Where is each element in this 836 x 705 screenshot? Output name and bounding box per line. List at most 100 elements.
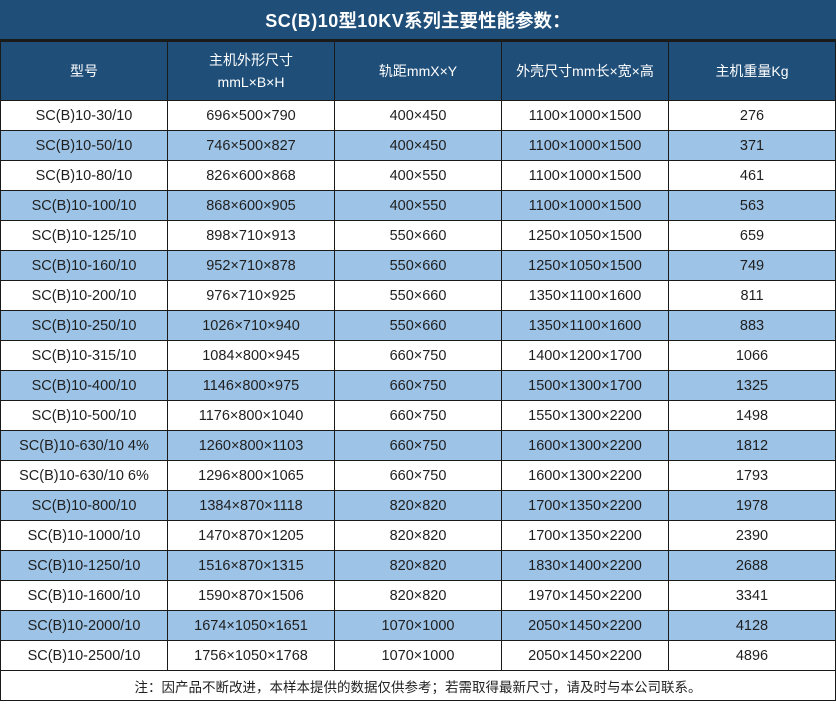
table-cell: 563 (669, 191, 836, 221)
table-cell: 1100×1000×1500 (502, 191, 669, 221)
table-cell: 550×660 (335, 281, 502, 311)
table-cell: 3341 (669, 581, 836, 611)
table-cell: SC(B)10-400/10 (1, 371, 168, 401)
table-cell: 883 (669, 311, 836, 341)
table-row: SC(B)10-500/101176×800×1040660×7501550×1… (1, 401, 836, 431)
table-cell: SC(B)10-125/10 (1, 221, 168, 251)
table-cell: 461 (669, 161, 836, 191)
table-cell: SC(B)10-200/10 (1, 281, 168, 311)
table-cell: 400×550 (335, 161, 502, 191)
table-row: SC(B)10-630/10 6%1296×800×1065660×750160… (1, 461, 836, 491)
column-header-2: 轨距mmX×Y (335, 42, 502, 101)
table-cell: 868×600×905 (168, 191, 335, 221)
table-cell: SC(B)10-50/10 (1, 131, 168, 161)
table-cell: 276 (669, 101, 836, 131)
table-cell: 1550×1300×2200 (502, 401, 669, 431)
table-cell: 749 (669, 251, 836, 281)
table-cell: 1700×1350×2200 (502, 491, 669, 521)
table-cell: 660×750 (335, 431, 502, 461)
table-cell: 660×750 (335, 341, 502, 371)
table-row: SC(B)10-1250/101516×870×1315820×8201830×… (1, 551, 836, 581)
table-cell: 820×820 (335, 551, 502, 581)
table-cell: 371 (669, 131, 836, 161)
table-cell: 1350×1100×1600 (502, 311, 669, 341)
table-cell: 550×660 (335, 311, 502, 341)
column-header-3: 外壳尺寸mm长×宽×高 (502, 42, 669, 101)
table-cell: 976×710×925 (168, 281, 335, 311)
table-cell: 1250×1050×1500 (502, 221, 669, 251)
table-cell: 746×500×827 (168, 131, 335, 161)
table-cell: 2050×1450×2200 (502, 641, 669, 671)
footnote-row: 注：因产品不断改进，本样本提供的数据仅供参考；若需取得最新尺寸，请及时与本公司联… (1, 671, 836, 701)
table-cell: 1250×1050×1500 (502, 251, 669, 281)
header-row: 型号主机外形尺寸 mmL×B×H轨距mmX×Y外壳尺寸mm长×宽×高主机重量Kg (1, 42, 836, 101)
table-cell: 2390 (669, 521, 836, 551)
table-cell: 1812 (669, 431, 836, 461)
table-cell: 2688 (669, 551, 836, 581)
table-cell: 1500×1300×1700 (502, 371, 669, 401)
table-cell: 1100×1000×1500 (502, 161, 669, 191)
table-cell: 820×820 (335, 521, 502, 551)
table-cell: 1070×1000 (335, 611, 502, 641)
table-cell: 898×710×913 (168, 221, 335, 251)
table-cell: 1600×1300×2200 (502, 461, 669, 491)
table-cell: 1498 (669, 401, 836, 431)
table-cell: 400×450 (335, 131, 502, 161)
table-cell: 1100×1000×1500 (502, 131, 669, 161)
table-cell: 659 (669, 221, 836, 251)
column-header-4: 主机重量Kg (669, 42, 836, 101)
table-cell: SC(B)10-100/10 (1, 191, 168, 221)
table-cell: SC(B)10-315/10 (1, 341, 168, 371)
table-cell: 660×750 (335, 401, 502, 431)
table-row: SC(B)10-160/10952×710×878550×6601250×105… (1, 251, 836, 281)
table-cell: SC(B)10-30/10 (1, 101, 168, 131)
table-row: SC(B)10-80/10826×600×868400×5501100×1000… (1, 161, 836, 191)
table-cell: SC(B)10-2500/10 (1, 641, 168, 671)
table-row: SC(B)10-800/101384×870×1118820×8201700×1… (1, 491, 836, 521)
table-cell: 4896 (669, 641, 836, 671)
table-row: SC(B)10-100/10868×600×905400×5501100×100… (1, 191, 836, 221)
table-cell: 2050×1450×2200 (502, 611, 669, 641)
table-cell: 1146×800×975 (168, 371, 335, 401)
table-row: SC(B)10-630/10 4%1260×800×1103660×750160… (1, 431, 836, 461)
table-row: SC(B)10-400/101146×800×975660×7501500×13… (1, 371, 836, 401)
table-cell: 1756×1050×1768 (168, 641, 335, 671)
table-cell: SC(B)10-1600/10 (1, 581, 168, 611)
table-cell: 1470×870×1205 (168, 521, 335, 551)
footnote: 注：因产品不断改进，本样本提供的数据仅供参考；若需取得最新尺寸，请及时与本公司联… (1, 671, 836, 701)
table-cell: 696×500×790 (168, 101, 335, 131)
table-body: SC(B)10-30/10696×500×790400×4501100×1000… (1, 101, 836, 671)
table-cell: 550×660 (335, 221, 502, 251)
table-cell: 1066 (669, 341, 836, 371)
table-cell: 1590×870×1506 (168, 581, 335, 611)
table-cell: SC(B)10-1250/10 (1, 551, 168, 581)
column-header-0: 型号 (1, 42, 168, 101)
table-cell: SC(B)10-630/10 6% (1, 461, 168, 491)
table-cell: SC(B)10-2000/10 (1, 611, 168, 641)
table-cell: 400×450 (335, 101, 502, 131)
table-row: SC(B)10-125/10898×710×913550×6601250×105… (1, 221, 836, 251)
table-cell: 1400×1200×1700 (502, 341, 669, 371)
table-cell: SC(B)10-630/10 4% (1, 431, 168, 461)
table-cell: SC(B)10-1000/10 (1, 521, 168, 551)
table-cell: 1674×1050×1651 (168, 611, 335, 641)
table-cell: 820×820 (335, 491, 502, 521)
spec-table: 型号主机外形尺寸 mmL×B×H轨距mmX×Y外壳尺寸mm长×宽×高主机重量Kg… (0, 41, 836, 701)
table-cell: 1260×800×1103 (168, 431, 335, 461)
table-cell: 1830×1400×2200 (502, 551, 669, 581)
table-row: SC(B)10-2500/101756×1050×17681070×100020… (1, 641, 836, 671)
table-cell: SC(B)10-800/10 (1, 491, 168, 521)
table-cell: 1070×1000 (335, 641, 502, 671)
table-cell: 1516×870×1315 (168, 551, 335, 581)
column-header-1: 主机外形尺寸 mmL×B×H (168, 42, 335, 101)
table-cell: 1600×1300×2200 (502, 431, 669, 461)
table-cell: 1176×800×1040 (168, 401, 335, 431)
table-cell: 4128 (669, 611, 836, 641)
table-cell: 826×600×868 (168, 161, 335, 191)
table-cell: 660×750 (335, 461, 502, 491)
table-row: SC(B)10-250/101026×710×940550×6601350×11… (1, 311, 836, 341)
table-cell: 820×820 (335, 581, 502, 611)
table-cell: 1793 (669, 461, 836, 491)
table-cell: 1384×870×1118 (168, 491, 335, 521)
table-row: SC(B)10-30/10696×500×790400×4501100×1000… (1, 101, 836, 131)
